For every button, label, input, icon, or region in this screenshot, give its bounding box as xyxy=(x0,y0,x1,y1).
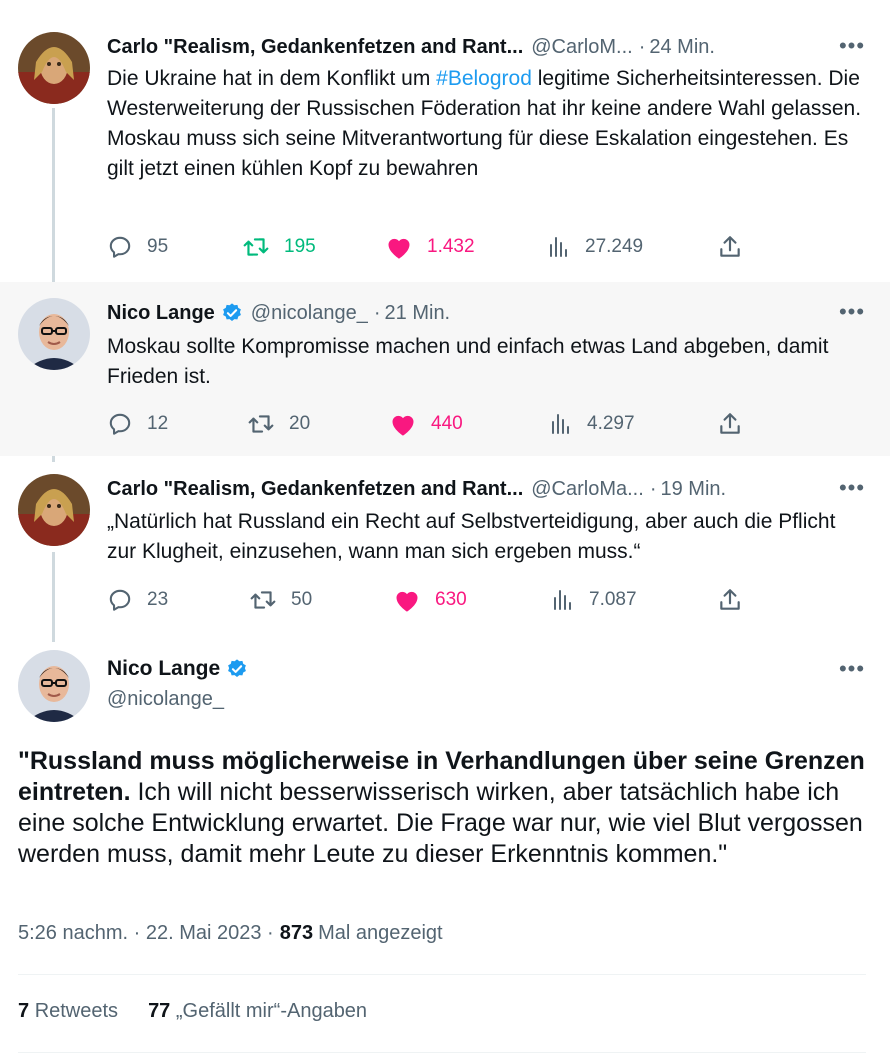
timestamp[interactable]: 19 Min. xyxy=(660,478,726,501)
reply-icon xyxy=(109,589,131,611)
retweet-button[interactable]: 195 xyxy=(242,232,316,262)
retweets-stat-count: 7 xyxy=(18,1000,30,1022)
views-button[interactable]: 27.249 xyxy=(547,232,643,262)
likes-stat-label: „Gefällt mir“-Angaben xyxy=(175,1000,368,1022)
reply-icon xyxy=(109,413,131,435)
likes-stat-count: 77 xyxy=(148,1000,171,1022)
tweet-carlo-2[interactable]: Carlo "Realism, Gedankenfetzen and Rant.… xyxy=(0,456,890,632)
views-count: 27.249 xyxy=(585,236,644,257)
like-icon xyxy=(388,238,410,259)
retweet-icon xyxy=(243,238,269,256)
views-icon xyxy=(550,237,567,257)
author-name[interactable]: Nico Lange xyxy=(107,302,215,325)
more-icon[interactable]: ••• xyxy=(838,299,866,324)
verified-icon xyxy=(221,302,243,324)
retweet-button[interactable]: 20 xyxy=(247,409,310,439)
views-button[interactable]: 4.297 xyxy=(549,409,635,439)
views-count: 4.297 xyxy=(587,413,635,434)
like-icon xyxy=(396,591,418,612)
tweet-meta: 5:26 nachm. · 22. Mai 2023 · 873 Mal ang… xyxy=(18,922,443,945)
retweet-icon xyxy=(248,415,274,433)
retweet-count: 195 xyxy=(284,236,316,257)
main-timestamp[interactable]: 5:26 nachm. · 22. Mai 2023 · xyxy=(18,922,274,945)
more-icon[interactable]: ••• xyxy=(838,475,866,500)
retweets-stat-label: Retweets xyxy=(34,1000,119,1022)
share-icon xyxy=(720,589,740,610)
tweet-header: Carlo "Realism, Gedankenfetzen and Rant.… xyxy=(107,476,866,502)
separator: · xyxy=(638,35,646,58)
reply-count: 95 xyxy=(147,236,169,257)
tweet-nico-reply[interactable]: Nico Lange @nicolange_ · 21 Min. ••• Mos… xyxy=(0,282,890,456)
like-button[interactable]: 630 xyxy=(393,585,467,615)
avatar-carlo[interactable] xyxy=(18,32,90,104)
author-name[interactable]: Carlo "Realism, Gedankenfetzen and Rant.… xyxy=(107,36,523,59)
like-count: 630 xyxy=(435,589,467,610)
share-icon xyxy=(720,413,740,434)
reply-count: 12 xyxy=(147,413,169,434)
main-author-name-text: Nico Lange xyxy=(107,657,221,680)
share-button[interactable] xyxy=(717,232,743,262)
tweet-header: Carlo "Realism, Gedankenfetzen and Rant.… xyxy=(107,34,866,60)
author-handle[interactable]: @CarloM... xyxy=(531,36,632,59)
avatar-nico-main[interactable] xyxy=(18,650,90,722)
author-name[interactable]: Carlo "Realism, Gedankenfetzen and Rant.… xyxy=(107,478,523,501)
main-tweet-text: "Russland muss möglicherweise in Verhand… xyxy=(18,746,866,870)
retweet-button[interactable]: 50 xyxy=(249,585,312,615)
share-icon xyxy=(720,236,740,257)
more-icon[interactable]: ••• xyxy=(838,656,866,681)
views-icon xyxy=(554,590,571,610)
like-icon xyxy=(392,415,414,436)
timestamp[interactable]: 21 Min. xyxy=(385,302,451,325)
retweet-count: 20 xyxy=(289,413,311,434)
main-author-name[interactable]: Nico Lange xyxy=(107,657,248,681)
reply-count: 23 xyxy=(147,589,169,610)
tweet-text: „Natürlich hat Russland ein Recht auf Se… xyxy=(107,510,836,563)
separator: · xyxy=(373,301,381,324)
tweet-header: Nico Lange @nicolange_ · 21 Min. xyxy=(107,300,866,326)
author-handle[interactable]: @nicolange_ xyxy=(251,302,368,325)
separator: · xyxy=(649,477,657,500)
tweet-carlo-1[interactable]: Carlo "Realism, Gedankenfetzen and Rant.… xyxy=(0,0,890,282)
tweet-actions: 95 195 1.432 27.249 xyxy=(107,232,757,262)
like-button[interactable]: 440 xyxy=(389,409,463,439)
main-views-count: 873 xyxy=(279,922,314,944)
share-button[interactable] xyxy=(717,585,743,615)
timestamp[interactable]: 24 Min. xyxy=(649,36,715,59)
reply-icon xyxy=(109,236,131,258)
like-count: 440 xyxy=(431,413,463,434)
tweet-stats: 7 Retweets 77 „Gefällt mir“-Angaben xyxy=(18,1000,367,1023)
like-count: 1.432 xyxy=(427,236,475,257)
main-author-handle[interactable]: @nicolange_ xyxy=(107,688,224,711)
verified-icon xyxy=(226,658,248,680)
retweet-icon xyxy=(250,591,276,609)
avatar-nico[interactable] xyxy=(18,298,90,370)
divider xyxy=(18,974,866,975)
retweets-stat[interactable]: 7 Retweets xyxy=(18,1000,118,1023)
tweet-text: Die Ukraine hat in dem Konflikt um #Belo… xyxy=(107,64,862,184)
reply-button[interactable]: 95 xyxy=(107,232,168,262)
reply-button[interactable]: 12 xyxy=(107,409,168,439)
views-button[interactable]: 7.087 xyxy=(551,585,637,615)
tweet-text: Moskau sollte Kompromisse machen und ein… xyxy=(107,335,829,388)
reply-button[interactable]: 23 xyxy=(107,585,168,615)
avatar-carlo[interactable] xyxy=(18,474,90,546)
main-views-label: Mal angezeigt xyxy=(318,922,443,944)
views-count: 7.087 xyxy=(589,589,637,610)
tweet-actions: 23 50 630 7.087 xyxy=(107,585,757,615)
likes-stat[interactable]: 77 „Gefällt mir“-Angaben xyxy=(148,1000,367,1023)
more-icon[interactable]: ••• xyxy=(838,33,866,58)
retweet-count: 50 xyxy=(291,589,313,610)
share-button[interactable] xyxy=(717,409,743,439)
tweet-actions: 12 20 440 4.297 xyxy=(107,409,757,439)
views-icon xyxy=(552,414,569,434)
divider xyxy=(18,1052,866,1053)
tweet-text-start: Die Ukraine hat in dem Konflikt um xyxy=(107,67,437,90)
like-button[interactable]: 1.432 xyxy=(385,232,475,262)
hashtag-link[interactable]: #Belogrod xyxy=(436,67,532,90)
main-tweet-rest-text: Ich will nicht besserwisserisch wirken, … xyxy=(18,778,863,868)
author-handle[interactable]: @CarloMa... xyxy=(531,478,644,501)
